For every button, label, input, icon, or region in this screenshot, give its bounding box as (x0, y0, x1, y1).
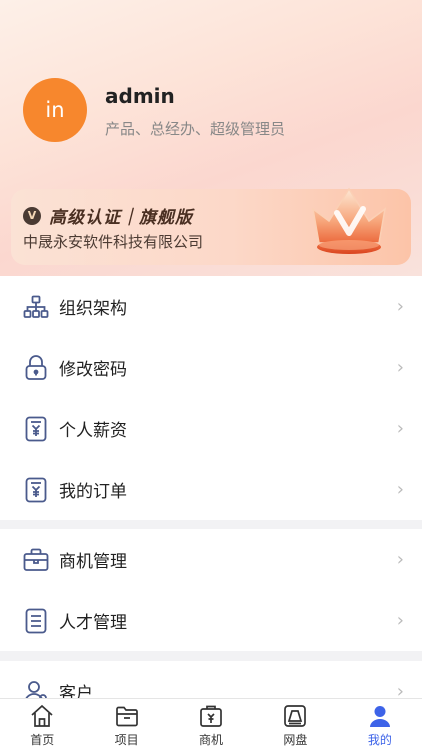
opportunity-icon (198, 703, 224, 729)
profile-header: in admin 产品、总经办、超级管理员 V 高级认证｜旗舰版 中晟永安软件科… (0, 0, 422, 276)
tab-projects[interactable]: 项目 (84, 699, 168, 750)
tab-label: 项目 (114, 733, 139, 747)
username: admin (105, 84, 175, 108)
chevron-right-icon: › (396, 549, 404, 570)
tab-label: 我的 (367, 733, 392, 747)
user-roles: 产品、总经办、超级管理员 (105, 120, 286, 138)
menu-item-label: 修改密码 (59, 360, 127, 380)
avatar[interactable]: in (23, 78, 87, 142)
menu-item-my-orders[interactable]: 我的订单 › (0, 459, 422, 520)
menu-item-org-structure[interactable]: 组织架构 › (0, 276, 422, 337)
order-icon (22, 476, 50, 504)
verified-badge-icon: V (23, 206, 41, 225)
chevron-right-icon: › (396, 681, 404, 698)
menu-item-opportunity-management[interactable]: 商机管理 › (0, 529, 422, 590)
briefcase-icon (22, 546, 50, 574)
chevron-right-icon: › (396, 418, 404, 439)
company-name: 中晟永安软件科技有限公司 (23, 233, 204, 251)
tab-label: 首页 (30, 733, 55, 747)
menu-item-label: 人才管理 (59, 613, 127, 633)
tab-me[interactable]: 我的 (338, 699, 422, 750)
menu-item-label: 我的订单 (59, 482, 127, 502)
menu-group-management: 商机管理 › 人才管理 › (0, 529, 422, 651)
folder-icon (114, 703, 140, 729)
chevron-right-icon: › (396, 479, 404, 500)
menu-item-customers[interactable]: 客户 › (0, 661, 422, 698)
document-list-icon (22, 607, 50, 635)
org-chart-icon (22, 293, 50, 321)
menu-item-label: 客户 (59, 684, 93, 698)
tab-opportunities[interactable]: 商机 (169, 699, 253, 750)
menu-item-change-password[interactable]: 修改密码 › (0, 337, 422, 398)
certification-title: 高级认证｜旗舰版 (49, 208, 193, 228)
chevron-right-icon: › (396, 357, 404, 378)
customer-icon (22, 678, 50, 698)
tab-cloud-drive[interactable]: 网盘 (253, 699, 337, 750)
chevron-right-icon: › (396, 296, 404, 317)
menu-item-label: 商机管理 (59, 552, 127, 572)
menu-item-personal-salary[interactable]: 个人薪资 › (0, 398, 422, 459)
cloud-drive-icon (282, 703, 308, 729)
menu-group-customers: 客户 › (0, 661, 422, 698)
bottom-tab-bar: 首页 项目 商机 网盘 我的 (0, 698, 422, 750)
home-icon (29, 703, 55, 729)
salary-icon (22, 415, 50, 443)
certification-title-row: V 高级认证｜旗舰版 (23, 203, 193, 228)
lock-icon (22, 354, 50, 382)
tab-label: 商机 (199, 733, 224, 747)
crown-icon (311, 187, 387, 254)
menu-group-account: 组织架构 › 修改密码 › 个人薪资 › 我的订单 › (0, 276, 422, 520)
menu-item-talent-management[interactable]: 人才管理 › (0, 590, 422, 651)
menu-item-label: 个人薪资 (59, 421, 127, 441)
certification-card[interactable]: V 高级认证｜旗舰版 中晟永安软件科技有限公司 (11, 187, 411, 265)
person-icon (367, 703, 393, 729)
tab-home[interactable]: 首页 (0, 699, 84, 750)
tab-label: 网盘 (283, 733, 308, 747)
menu-item-label: 组织架构 (59, 299, 127, 319)
chevron-right-icon: › (396, 610, 404, 631)
